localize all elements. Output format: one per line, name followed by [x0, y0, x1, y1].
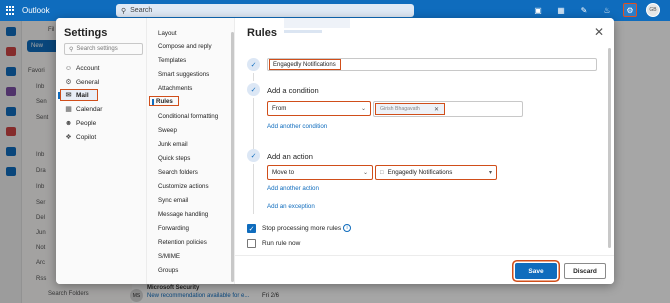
category-mail[interactable]: ✉ Mail	[58, 89, 98, 101]
subsetting-conditional-formatting[interactable]: Conditional formatting	[158, 111, 218, 121]
calendar-icon[interactable]: ▦	[554, 3, 568, 17]
dialog-footer: Save Discard	[235, 255, 614, 284]
subsetting-templates[interactable]: Templates	[158, 55, 186, 65]
add-exception-link[interactable]: Add an exception	[267, 203, 315, 210]
subsetting-forwarding[interactable]: Forwarding	[158, 223, 189, 233]
check-icon: ✓	[247, 58, 260, 71]
person-icon: ☺	[64, 64, 73, 72]
action-select-value: Move to	[272, 169, 295, 176]
search-icon: ⚲	[69, 46, 74, 53]
rules-panel: Rules ✕ ✓ Engagedly Notifications ✓ Add …	[235, 18, 614, 284]
stop-processing-checkbox[interactable]: ✓	[247, 224, 256, 233]
subsetting-attachments[interactable]: Attachments	[158, 83, 192, 93]
settings-search-placeholder: Search settings	[76, 46, 118, 52]
check-icon: ✓	[247, 83, 260, 96]
settings-search-input[interactable]: ⚲ Search settings	[64, 43, 143, 55]
subsetting-search-folders[interactable]: Search folders	[158, 167, 198, 177]
settings-categories: Settings ⚲ Search settings ☺ Account ⚙ Gen…	[56, 18, 147, 284]
add-another-action-link[interactable]: Add another action	[267, 185, 319, 192]
save-button[interactable]: Save	[515, 263, 557, 279]
mail-icon: ✉	[65, 92, 72, 99]
category-label: Mail	[76, 91, 89, 99]
action-heading: Add an action	[267, 152, 313, 161]
subsetting-retention-policies[interactable]: Retention policies	[158, 237, 207, 247]
chevron-down-icon: ▾	[488, 170, 492, 176]
condition-chip-label: Girish Bhagavath	[380, 106, 420, 112]
subsettings-scrollbar[interactable]	[231, 32, 234, 282]
condition-select-value: From	[272, 105, 287, 112]
bell-icon[interactable]: ♨	[600, 3, 614, 17]
category-general[interactable]: ⚙ General	[64, 76, 99, 88]
settings-title: Settings	[64, 27, 108, 39]
condition-chip[interactable]: Girish Bhagavath ✕	[375, 103, 445, 115]
category-label: Calendar	[76, 105, 103, 113]
settings-dialog: Settings ⚲ Search settings ☺ Account ⚙ Gen…	[56, 18, 614, 284]
subsetting-compose[interactable]: Compose and reply	[158, 41, 212, 51]
run-rule-now-label: Run rule now	[262, 240, 301, 247]
subsetting-groups[interactable]: Groups	[158, 265, 178, 275]
subsetting-rules[interactable]: Rules	[149, 96, 179, 106]
subsetting-layout[interactable]: Layout	[158, 28, 177, 38]
rules-scrollbar[interactable]	[608, 48, 611, 248]
discard-button[interactable]: Discard	[564, 263, 606, 279]
gear-icon[interactable]: ⚙	[623, 3, 637, 17]
category-account[interactable]: ☺ Account	[64, 62, 100, 74]
step-connector	[253, 98, 254, 152]
subsetting-smart-suggestions[interactable]: Smart suggestions	[158, 69, 209, 79]
chevron-down-icon: ⌄	[360, 106, 366, 112]
search-input[interactable]: ⚲ Search	[116, 4, 414, 17]
step-connector	[253, 164, 254, 214]
subsetting-sync-email[interactable]: Sync email	[158, 195, 188, 205]
chat-icon[interactable]: ✎	[577, 3, 591, 17]
rule-name-value: Engagedly Notifications	[269, 59, 341, 70]
avatar[interactable]: GB	[646, 3, 660, 17]
stop-processing-label: Stop processing more rules	[262, 225, 342, 232]
category-copilot[interactable]: ❖ Copilot	[64, 131, 96, 143]
people-icon: ☻	[64, 119, 73, 127]
action-select[interactable]: Move to ⌄	[267, 165, 373, 180]
folder-select-value: Engagedly Notifications	[387, 169, 453, 176]
condition-value-field[interactable]: Girish Bhagavath ✕	[373, 101, 523, 117]
rule-list-strip-bar	[284, 30, 322, 33]
info-icon[interactable]: i	[343, 224, 351, 232]
app-title: Outlook	[22, 6, 50, 15]
gear-icon: ⚙	[65, 79, 72, 86]
condition-select[interactable]: From ⌄	[267, 101, 371, 116]
category-label: General	[76, 78, 100, 86]
copilot-icon: ❖	[65, 134, 72, 141]
run-rule-now-checkbox[interactable]	[247, 239, 256, 248]
chevron-down-icon: ⌄	[362, 170, 368, 176]
subsetting-message-handling[interactable]: Message handling	[158, 209, 208, 219]
category-label: Copilot	[76, 133, 97, 141]
category-label: Account	[76, 64, 100, 72]
subsetting-smime[interactable]: S/MIME	[158, 251, 180, 261]
rule-name-field[interactable]: Engagedly Notifications	[267, 58, 597, 71]
step-connector	[253, 73, 254, 81]
category-calendar[interactable]: ▦ Calendar	[64, 103, 102, 115]
search-icon: ⚲	[121, 7, 127, 15]
add-another-condition-link[interactable]: Add another condition	[267, 123, 327, 130]
subsetting-quick-steps[interactable]: Quick steps	[158, 153, 190, 163]
category-people[interactable]: ☻ People	[64, 117, 96, 129]
close-icon[interactable]: ✕	[594, 25, 604, 39]
check-icon: ✓	[247, 149, 260, 162]
app-launcher-icon[interactable]	[6, 6, 15, 15]
subsetting-junk-email[interactable]: Junk email	[158, 139, 188, 149]
subsetting-customize-actions[interactable]: Customize actions	[158, 181, 209, 191]
search-label: Search	[130, 7, 153, 14]
subsetting-sweep[interactable]: Sweep	[158, 125, 177, 135]
remove-chip-icon[interactable]: ✕	[434, 106, 439, 113]
mail-subsettings: Layout Compose and reply Templates Smart…	[147, 18, 235, 284]
folder-select[interactable]: □ Engagedly Notifications ▾	[375, 165, 497, 180]
category-label: People	[76, 119, 97, 127]
folder-icon: □	[380, 169, 384, 176]
rule-list-strip	[284, 18, 350, 28]
calendar-icon: ▦	[65, 106, 72, 113]
meet-icon[interactable]: ▣	[531, 3, 545, 17]
condition-heading: Add a condition	[267, 86, 319, 95]
rules-title: Rules	[247, 27, 277, 39]
